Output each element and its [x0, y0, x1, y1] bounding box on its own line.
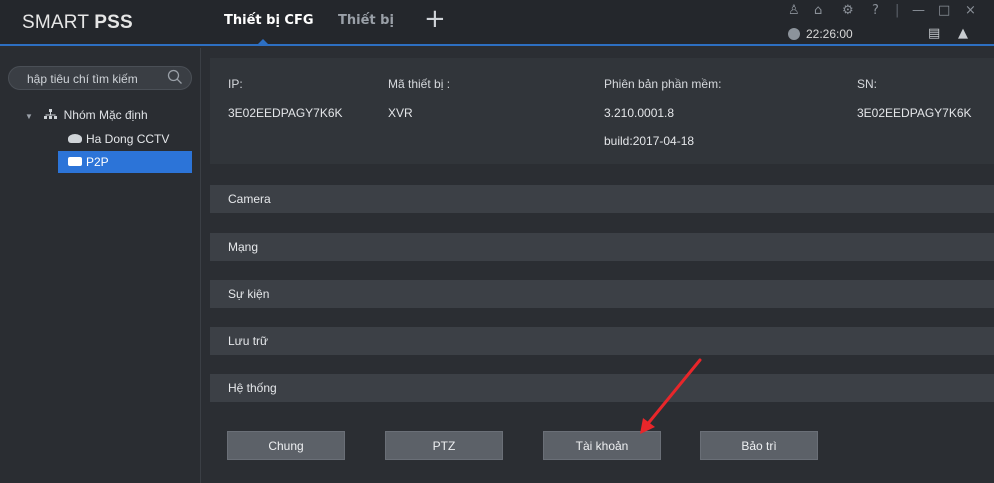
app-logo: SMART PSS — [22, 12, 133, 33]
clock-icon — [788, 28, 800, 40]
screen-icon[interactable]: ▤ — [928, 26, 940, 41]
expand-arrow-icon[interactable]: ▼ — [25, 112, 33, 121]
device-offline-icon — [68, 134, 82, 143]
org-tree-icon — [44, 109, 58, 119]
add-tab-button[interactable]: + — [424, 6, 446, 32]
general-button[interactable]: Chung — [227, 431, 345, 460]
search-icon[interactable] — [167, 69, 183, 85]
sn-label: SN: — [857, 77, 878, 91]
tab-device-cfg[interactable]: Thiết bị CFG — [224, 13, 314, 28]
panel-divider — [200, 48, 201, 483]
device-code-label: Mã thiết bị : — [388, 77, 451, 91]
gear-icon[interactable]: ⚙ — [842, 3, 854, 18]
search-box[interactable]: hập tiêu chí tìm kiếm — [8, 66, 192, 90]
section-camera[interactable]: Camera — [210, 185, 994, 213]
section-network[interactable]: Mạng — [210, 233, 994, 261]
account-button[interactable]: Tài khoản — [543, 431, 661, 460]
device-info-card: IP: 3E02EEDPAGY7K6K Mã thiết bị : XVR Ph… — [210, 58, 994, 164]
help-icon[interactable]: ? — [872, 3, 879, 18]
device-icon — [68, 157, 82, 166]
tree-item-p2p[interactable]: P2P — [58, 151, 192, 173]
tab-indicator — [258, 39, 268, 44]
section-event[interactable]: Sự kiện — [210, 280, 994, 308]
minimize-icon[interactable]: — — [912, 3, 925, 18]
ptz-button[interactable]: PTZ — [385, 431, 503, 460]
tree-group-label: Nhóm Mặc định — [63, 108, 148, 122]
ip-label: IP: — [228, 77, 243, 91]
section-storage[interactable]: Lưu trữ — [210, 327, 994, 355]
search-input[interactable]: hập tiêu chí tìm kiếm — [27, 72, 138, 86]
clock: 22:26:00 — [788, 27, 853, 41]
ip-value: 3E02EEDPAGY7K6K — [228, 106, 343, 120]
tab-device[interactable]: Thiết bị — [338, 13, 394, 28]
close-icon[interactable]: × — [965, 3, 976, 18]
title-bar: SMART PSS Thiết bị CFG Thiết bị + ♙ ⌂ ⚙ … — [0, 0, 994, 46]
maintenance-button[interactable]: Bảo trì — [700, 431, 818, 460]
user-icon[interactable]: ♙ — [788, 3, 800, 18]
build-value: build:2017-04-18 — [604, 134, 695, 148]
device-code-value: XVR — [388, 106, 413, 120]
section-system[interactable]: Hệ thống — [210, 374, 994, 402]
maximize-icon[interactable]: □ — [938, 3, 950, 18]
software-version-value: 3.210.0001.8 — [604, 106, 675, 120]
tree-group-default[interactable]: ▼ Nhóm Mặc định — [25, 108, 148, 122]
software-version-label: Phiên bản phần mềm: — [604, 77, 722, 91]
bell-icon[interactable]: ▲ — [958, 26, 968, 41]
lock-icon[interactable]: ⌂ — [814, 3, 822, 18]
sn-value: 3E02EEDPAGY7K6K — [857, 106, 972, 120]
separator-icon: | — [895, 3, 900, 18]
device-tree-panel: hập tiêu chí tìm kiếm ▼ Nhóm Mặc định Ha… — [0, 48, 200, 483]
tree-item-ha-dong-cctv[interactable]: Ha Dong CCTV — [58, 128, 169, 150]
